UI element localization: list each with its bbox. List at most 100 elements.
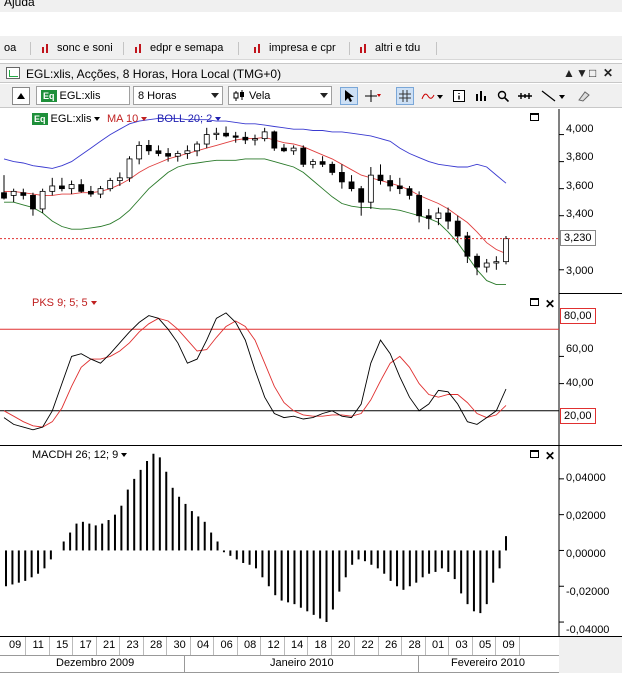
cursor-arrow-icon (345, 90, 354, 102)
pks-pane[interactable]: PKS 9; 5; 5 ✕ 80,00 60,00 40,00 20,00 (0, 294, 622, 446)
tab-sonc-e-soni[interactable]: sonc e soni (38, 40, 113, 56)
maximize-button[interactable]: □ (589, 66, 596, 80)
day-gridline (330, 637, 332, 655)
price-y-tick: 3,600 (566, 180, 594, 192)
ma-label-text: MA 10 (107, 113, 139, 125)
day-gridline (166, 637, 167, 655)
chevron-down-icon (90, 301, 97, 306)
candle-body (377, 174, 384, 181)
day-gridline (471, 637, 473, 655)
day-gridline (95, 637, 97, 655)
day-label: 20 (338, 639, 351, 651)
macd-pane-close-button[interactable]: ✕ (545, 449, 555, 463)
pks-pane-close-button[interactable]: ✕ (545, 297, 555, 311)
price-y-tick: 3,400 (566, 208, 594, 220)
time-axis[interactable]: 09 11 15 17 21 23 28 30 04 06 08 12 14 18 20 22 26 28 01 03… (0, 637, 622, 673)
pks-indicator-label[interactable]: PKS 9; 5; 5 (32, 297, 97, 309)
chart-icon (42, 43, 51, 53)
candle-body (68, 184, 75, 190)
candle-body (435, 212, 442, 219)
price-symbol-label[interactable]: Eq EGL:xlis (32, 113, 101, 125)
tab-impresa-e-cpr[interactable]: impresa e cpr (250, 40, 336, 56)
candle-body (329, 163, 336, 173)
pks-pane-maximize-button[interactable] (530, 297, 539, 309)
chart-type-select[interactable]: Vela (228, 86, 332, 105)
month-separator (418, 655, 419, 673)
scale-button[interactable] (516, 87, 534, 105)
candle-body (10, 190, 17, 196)
month-separator (184, 655, 185, 673)
candle-body (116, 177, 123, 181)
candle-body (223, 132, 229, 137)
trendline-icon (541, 90, 565, 102)
bar-chart-button[interactable] (472, 87, 490, 105)
day-gridline (354, 637, 355, 655)
day-label: 03 (455, 639, 468, 651)
interval-select[interactable]: 8 Horas (133, 86, 223, 105)
day-gridline (189, 637, 191, 655)
day-gridline (307, 637, 308, 655)
grid-toggle-button[interactable] (396, 87, 414, 105)
chevron-down-icon (94, 117, 101, 122)
candle-body (300, 147, 307, 165)
candle-body (483, 262, 490, 268)
macd-pane-maximize-button[interactable] (530, 449, 539, 461)
ma-indicator-label[interactable]: MA 10 (107, 113, 148, 125)
chart-icon (360, 43, 369, 53)
candle-body (454, 220, 461, 237)
candle-body (126, 158, 133, 179)
collapse-toolbar-button[interactable] (12, 87, 30, 105)
pks-y-tick: 40,00 (566, 377, 594, 389)
scroll-down-button[interactable]: ▼ (576, 66, 588, 80)
price-pane-maximize-button[interactable] (530, 112, 539, 124)
tab-label: altri e tdu (375, 42, 421, 54)
tab-altri-e-tdu[interactable]: altri e tdu (356, 40, 420, 56)
price-y-tick: 4,000 (566, 123, 594, 135)
day-label: 28 (408, 639, 421, 651)
equity-badge: Eq (32, 113, 48, 125)
candle-body (87, 190, 94, 195)
pks-lower-level-badge: 20,00 (560, 408, 596, 424)
price-pane[interactable]: Eq EGL:xlis MA 10 BOLL 20; 2 4,000 3,800 … (0, 109, 622, 294)
info-icon (453, 90, 465, 102)
day-gridline (119, 637, 120, 655)
candle-body (184, 150, 191, 154)
price-symbol-text: EGL:xlis (50, 113, 92, 125)
scroll-up-button[interactable]: ▲ (563, 66, 575, 80)
menu-help[interactable]: Ajuda (4, 0, 35, 9)
chart-window-titlebar: EGL:xlis, Acções, 8 Horas, Hora Local (T… (0, 63, 622, 83)
candle-body (271, 131, 278, 149)
tab-edpr-e-semapa[interactable]: edpr e semapa (131, 40, 223, 56)
pks-chart[interactable] (0, 294, 622, 446)
crosshair-tool-button[interactable] (364, 87, 382, 105)
close-button[interactable]: ✕ (603, 66, 613, 80)
zoom-button[interactable] (494, 87, 512, 105)
candle-body (358, 188, 365, 203)
chevron-down-icon (121, 453, 128, 458)
eraser-button[interactable] (574, 87, 592, 105)
day-label: 12 (267, 639, 280, 651)
tab-oa[interactable]: oa (0, 40, 16, 56)
macd-pane[interactable]: MACDH 26; 12; 9 ✕ 0,04000 0,02000 0,0000… (0, 446, 622, 637)
candle-body (59, 185, 65, 190)
day-gridline (213, 637, 214, 655)
day-gridline (495, 637, 496, 655)
macd-indicator-label[interactable]: MACDH 26; 12; 9 (32, 449, 128, 461)
boll-indicator-label[interactable]: BOLL 20; 2 (157, 113, 222, 125)
day-label: 11 (32, 639, 44, 651)
candle-body (252, 138, 258, 141)
symbol-input[interactable]: Eq EGL:xlis (36, 86, 130, 105)
candle-body (367, 174, 374, 203)
indicators-button[interactable] (420, 87, 444, 105)
info-button[interactable] (450, 87, 468, 105)
day-gridline (518, 637, 520, 655)
indicator-wave-icon (421, 93, 443, 100)
pointer-tool-button[interactable] (340, 87, 358, 105)
crosshair-icon (365, 90, 381, 102)
day-gridline (72, 637, 73, 655)
line-tool-button[interactable] (540, 87, 568, 105)
price-chart[interactable] (0, 109, 622, 294)
macd-chart[interactable] (0, 446, 622, 637)
day-label: 28 (150, 639, 163, 651)
chart-window-icon (6, 67, 20, 79)
